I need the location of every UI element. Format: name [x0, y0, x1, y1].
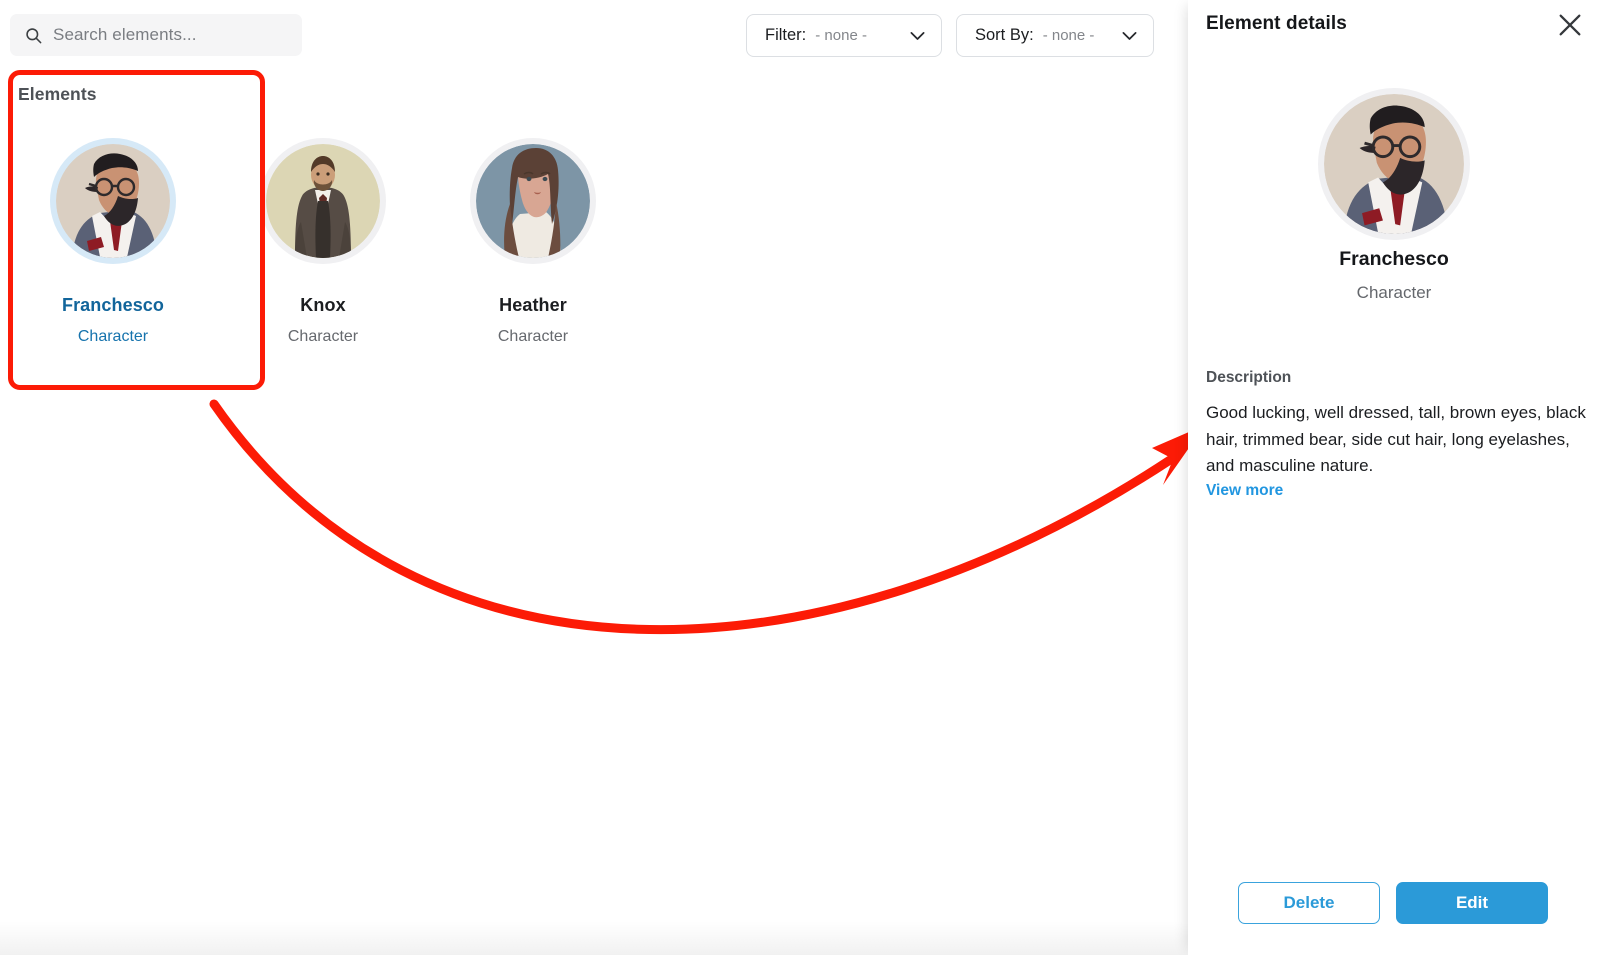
- bottom-fade: [0, 921, 1188, 955]
- element-card-heather[interactable]: Heather Character: [428, 138, 638, 346]
- filter-dropdown[interactable]: Filter: - none -: [746, 14, 942, 57]
- element-type: Character: [497, 328, 569, 345]
- element-name: Heather: [499, 295, 567, 315]
- avatar-ring: [50, 138, 176, 264]
- avatar-knox: [266, 144, 380, 258]
- app-root: Search elements... Filter: - none - Sort…: [0, 0, 1600, 955]
- chevron-down-icon: [1122, 32, 1137, 40]
- panel-avatar-ring: [1318, 88, 1470, 240]
- description-label: Description: [1206, 369, 1292, 386]
- element-type: Character: [287, 328, 359, 345]
- avatar-franchesco-large: [1324, 94, 1464, 234]
- element-name: Franchesco: [61, 295, 165, 315]
- search-input[interactable]: Search elements...: [10, 14, 302, 56]
- element-name: Knox: [300, 295, 346, 315]
- element-card-franchesco[interactable]: Franchesco Character: [8, 138, 218, 346]
- sort-by-dropdown[interactable]: Sort By: - none -: [956, 14, 1154, 57]
- main-content-area: Search elements... Filter: - none - Sort…: [0, 0, 1188, 955]
- sort-value: - none -: [1042, 27, 1095, 44]
- element-type: Character: [77, 328, 149, 345]
- close-icon[interactable]: [1554, 9, 1586, 41]
- avatar-ring: [260, 138, 386, 264]
- elements-section-title: Elements: [18, 84, 97, 104]
- description-text: Good lucking, well dressed, tall, brown …: [1206, 403, 1586, 475]
- view-more-link[interactable]: View more: [1206, 482, 1283, 500]
- elements-grid: Franchesco Character Knox Character Heat…: [8, 138, 638, 346]
- search-placeholder-text: Search elements...: [53, 25, 197, 44]
- search-icon: [26, 27, 42, 43]
- avatar-ring: [470, 138, 596, 264]
- panel-title: Element details: [1206, 13, 1347, 34]
- edit-button[interactable]: Edit: [1396, 882, 1548, 924]
- filter-label: Filter:: [765, 26, 807, 44]
- delete-button[interactable]: Delete: [1238, 882, 1380, 924]
- filter-value: - none -: [815, 27, 867, 44]
- chevron-down-icon: [910, 32, 925, 40]
- avatar-franchesco: [56, 144, 170, 258]
- panel-element-name: Franchesco: [1339, 248, 1449, 270]
- element-card-knox[interactable]: Knox Character: [218, 138, 428, 346]
- panel-element-type: Character: [1356, 283, 1432, 302]
- element-details-panel: Element details Franchesco Character Des…: [1188, 0, 1600, 955]
- avatar-heather: [476, 144, 590, 258]
- sort-label: Sort By:: [975, 26, 1034, 44]
